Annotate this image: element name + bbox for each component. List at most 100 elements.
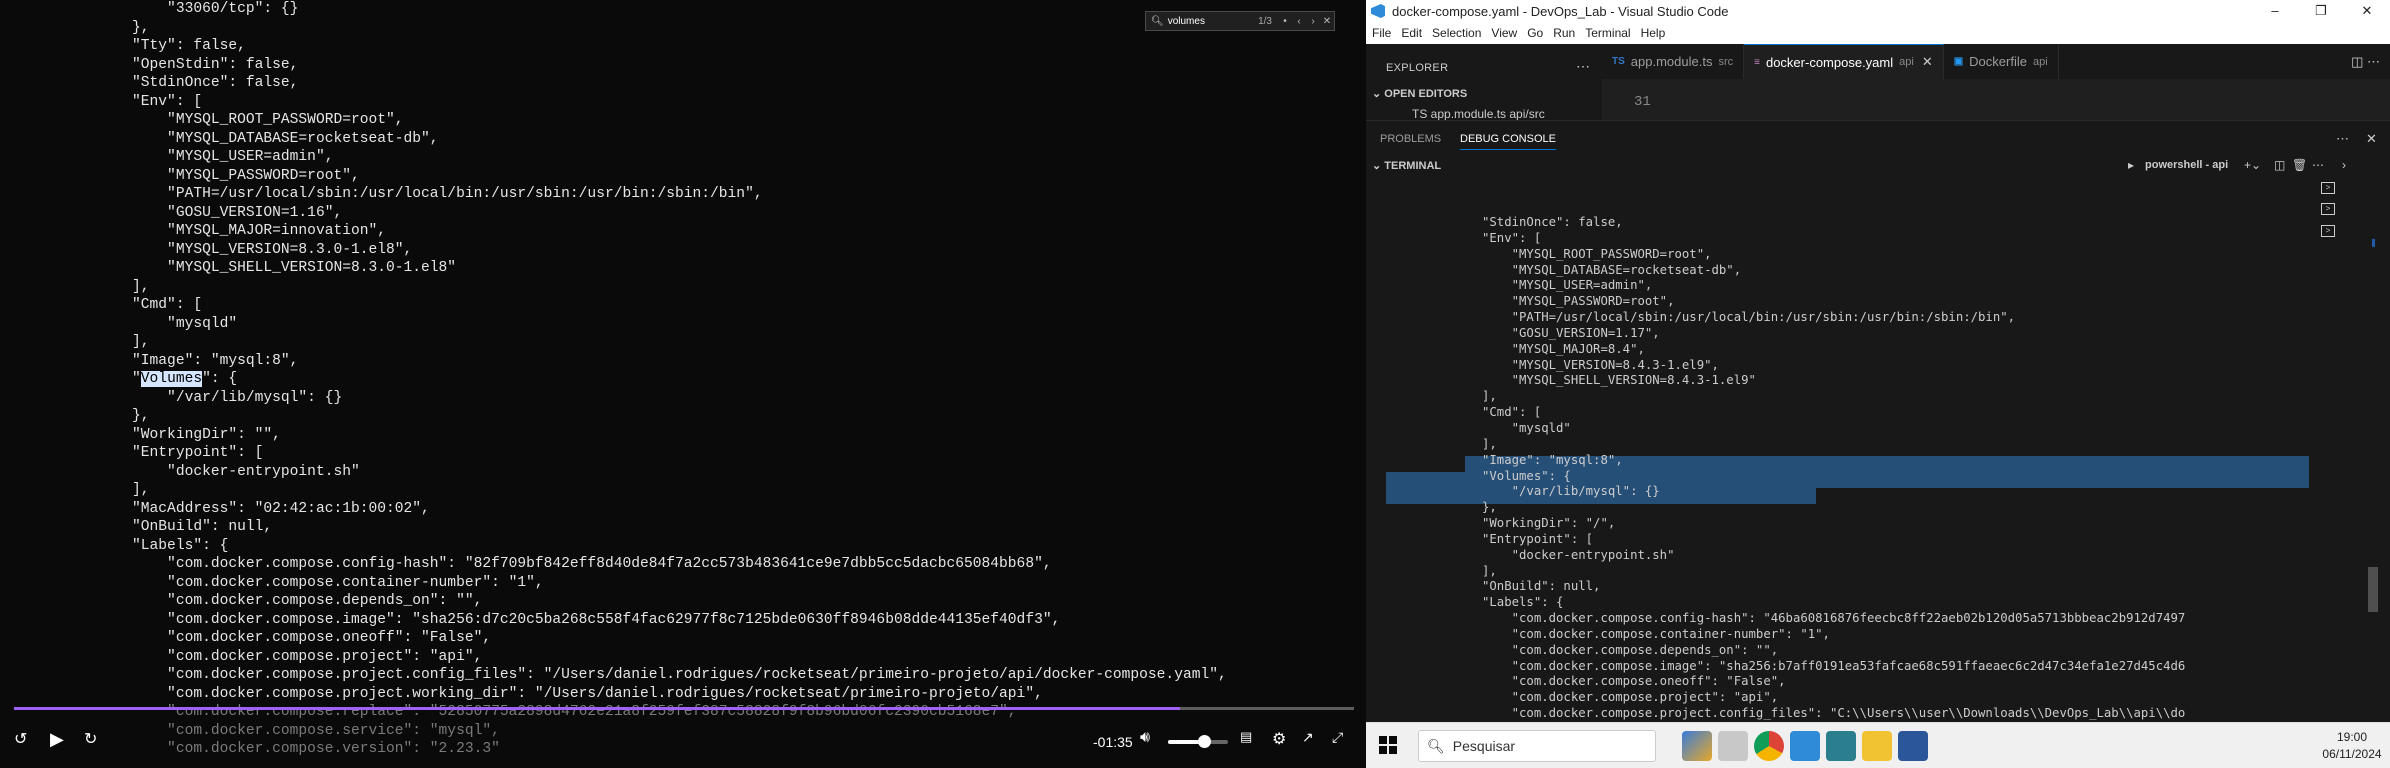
split-terminal-icon[interactable]: ◫ <box>2274 158 2285 172</box>
tab-sublabel: api <box>2032 55 2048 68</box>
menu-edit[interactable]: Edit <box>1401 26 1422 40</box>
volume-knob[interactable] <box>1198 735 1211 748</box>
terminal-line: "/var/lib/mysql": {} <box>1482 484 1660 499</box>
editor-area[interactable]: 31 <box>1602 80 2390 120</box>
tab-debug-console[interactable]: DEBUG CONSOLE <box>1460 133 1556 150</box>
close-window-icon[interactable]: ✕ <box>2344 0 2390 22</box>
explorer-title: EXPLORER <box>1386 62 1449 74</box>
menu-run[interactable]: Run <box>1553 26 1575 40</box>
code-line: "MYSQL_SHELL_VERSION=8.3.0-1.el8" <box>97 260 457 276</box>
close-panel-icon[interactable]: ✕ <box>2366 131 2377 147</box>
maximize-icon[interactable]: ❐ <box>2298 0 2344 22</box>
terminal-line: "MYSQL_MAJOR=8.4", <box>1482 341 1645 356</box>
clock-time: 19:00 <box>2336 730 2368 744</box>
volume-icon[interactable]: 🔊︎ <box>1140 729 1150 747</box>
code-line: "com.docker.compose.replace": "52850775a… <box>97 704 1017 720</box>
find-widget[interactable]: 🔍︎ volumes 1/3 • ‹ › ✕ <box>1145 11 1335 31</box>
menu-selection[interactable]: Selection <box>1432 26 1481 40</box>
vscode-taskbar-icon[interactable] <box>1790 731 1820 761</box>
code-line: "MYSQL_ROOT_PASSWORD=root", <box>97 112 404 128</box>
forward-10-icon[interactable]: ↻ <box>84 729 97 749</box>
code-line: "StdinOnce": false, <box>97 75 299 91</box>
terminal-scrollbar[interactable] <box>2366 177 2390 722</box>
terminal-section-label[interactable]: ⌄ TERMINAL <box>1372 159 1441 172</box>
fullscreen-icon[interactable]: ⤢ <box>1332 729 1343 746</box>
split-editor-icon[interactable]: ◫ ⋯ <box>2351 54 2380 70</box>
menu-go[interactable]: Go <box>1527 26 1543 40</box>
find-options-icon[interactable]: • <box>1278 16 1292 27</box>
video-code-view: "33060/tcp": {} }, "Tty": false, "OpenSt… <box>97 0 1227 759</box>
tab-sublabel: api <box>1899 56 1914 68</box>
tab-problems[interactable]: PROBLEMS <box>1380 133 1441 145</box>
tab-docker-compose[interactable]: ≡ docker-compose.yaml api ✕ <box>1744 44 1944 79</box>
widget-icon[interactable] <box>1682 731 1712 761</box>
task-view-icon[interactable] <box>1718 731 1748 761</box>
settings-gear-icon[interactable]: ⚙ <box>1272 729 1286 749</box>
terminal-list-icon[interactable]: > <box>2321 182 2335 194</box>
more-actions-icon[interactable]: ⋯ <box>2336 131 2349 147</box>
terminal-list-icon[interactable]: > <box>2321 225 2335 237</box>
code-line: ], <box>97 334 150 350</box>
menu-view[interactable]: View <box>1491 26 1517 40</box>
chrome-icon[interactable] <box>1754 731 1784 761</box>
popout-icon[interactable]: ↗ <box>1302 729 1314 746</box>
docker-icon: ▣ <box>1953 56 1964 67</box>
volume-slider[interactable] <box>1168 735 1228 748</box>
menu-terminal[interactable]: Terminal <box>1585 26 1630 40</box>
vscode-logo-icon <box>1371 4 1385 18</box>
terminal-list-icon[interactable]: > <box>2321 203 2335 215</box>
code-line: "com.docker.compose.version": "2.23.3" <box>97 741 500 757</box>
file-explorer-icon[interactable] <box>1862 731 1892 761</box>
play-icon[interactable]: ▶ <box>50 729 64 750</box>
terminal-line: "com.docker.compose.depends_on": "", <box>1482 642 1779 657</box>
video-progress-fill <box>14 707 1180 710</box>
terminal-output[interactable]: "StdinOnce": false, "Env": [ "MYSQL_ROOT_… <box>1366 177 2366 722</box>
chevron-right-icon[interactable]: › <box>2342 158 2346 172</box>
close-icon[interactable]: ✕ <box>1320 16 1334 27</box>
terminal-name[interactable]: powershell - api <box>2145 159 2228 171</box>
code-line: "com.docker.compose.project": "api", <box>97 648 483 665</box>
more-actions-icon[interactable]: ⋯ <box>2312 158 2324 172</box>
search-icon: 🔍︎ <box>1151 15 1164 27</box>
close-tab-icon[interactable]: ✕ <box>1922 54 1933 70</box>
open-editors-header[interactable]: ⌄ OPEN EDITORS <box>1372 87 1467 100</box>
terminal-line: "com.docker.compose.project": "api", <box>1482 690 1779 705</box>
video-player[interactable]: "33060/tcp": {} }, "Tty": false, "OpenSt… <box>0 0 1366 768</box>
code-line: "MYSQL_USER=admin", <box>97 149 334 165</box>
captions-icon[interactable]: ▤ <box>1240 729 1252 745</box>
app-icon[interactable] <box>1826 731 1856 761</box>
open-editor-item[interactable]: TS app.module.ts api/src <box>1412 107 1545 121</box>
more-actions-icon[interactable]: ⋯ <box>1576 58 1590 75</box>
windows-start-icon[interactable] <box>1379 736 1397 754</box>
scroll-marker <box>2372 239 2375 247</box>
find-input[interactable]: volumes <box>1168 16 1205 27</box>
next-match-icon[interactable]: › <box>1306 16 1320 27</box>
minimize-icon[interactable]: – <box>2252 0 2298 22</box>
terminal-line: "Volumes": { <box>1482 468 1571 483</box>
terminal-line: "OnBuild": null, <box>1482 579 1601 594</box>
tab-label: app.module.ts <box>1630 54 1713 69</box>
terminal-line: }, <box>1482 500 1497 515</box>
tab-dockerfile[interactable]: ▣ Dockerfile api <box>1944 44 2059 79</box>
video-progress-bar[interactable] <box>14 707 1354 710</box>
terminal-label: TERMINAL <box>1384 160 1442 172</box>
terminal-line: ], <box>1482 563 1497 578</box>
tab-app-module[interactable]: TS app.module.ts src <box>1602 44 1745 79</box>
new-terminal-icon[interactable]: +⌄ <box>2244 158 2261 172</box>
code-line: "com.docker.compose.depends_on": "", <box>97 593 483 609</box>
code-line: "Env": [ <box>97 93 203 110</box>
terminal-line: "mysqld" <box>1482 420 1571 435</box>
taskbar-search[interactable]: 🔍︎ Pesquisar <box>1418 730 1656 762</box>
kill-terminal-icon[interactable]: 🗑︎ <box>2292 158 2307 172</box>
menu-help[interactable]: Help <box>1641 26 1666 40</box>
vscode-window: docker-compose.yaml - DevOps_Lab - Visua… <box>1366 0 2390 768</box>
word-icon[interactable] <box>1898 731 1928 761</box>
code-line: "com.docker.compose.project.working_dir"… <box>97 685 1043 702</box>
terminal-line: "MYSQL_PASSWORD=root", <box>1482 294 1675 309</box>
terminal-line: "MYSQL_DATABASE=rocketseat-db", <box>1482 262 1742 277</box>
scrollbar-thumb[interactable] <box>2368 567 2378 612</box>
previous-match-icon[interactable]: ‹ <box>1292 16 1306 27</box>
taskbar-clock[interactable]: 19:00 06/11/2024 <box>2322 729 2382 763</box>
menu-file[interactable]: File <box>1372 26 1391 40</box>
rewind-10-icon[interactable]: ↺ <box>14 729 27 749</box>
